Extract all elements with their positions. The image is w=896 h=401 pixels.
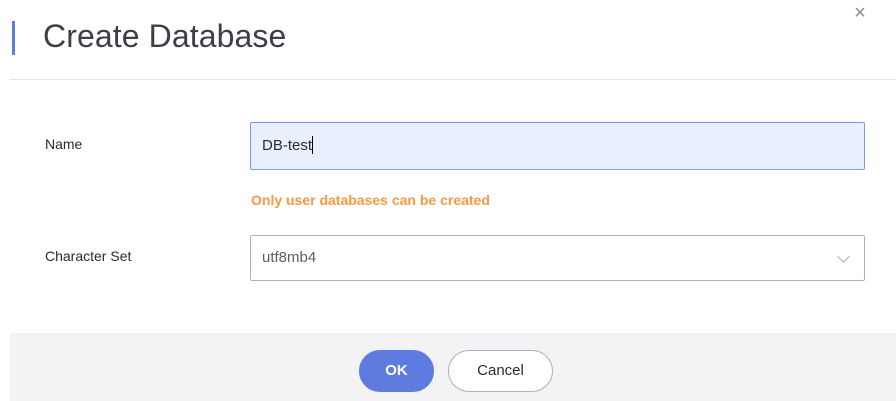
name-input[interactable]: DB-test <box>250 122 865 170</box>
name-input-value: DB-test <box>262 137 313 154</box>
close-icon[interactable]: × <box>849 3 871 25</box>
title-accent-bar <box>12 21 15 55</box>
cancel-button[interactable]: Cancel <box>448 350 553 392</box>
text-caret <box>312 136 314 155</box>
ok-button[interactable]: OK <box>359 350 434 392</box>
chevron-down-icon <box>837 250 850 263</box>
dialog-footer: OK Cancel <box>10 333 896 401</box>
charset-select[interactable]: utf8mb4 <box>250 235 865 281</box>
charset-label: Character Set <box>45 248 132 264</box>
charset-select-value: utf8mb4 <box>262 249 317 266</box>
name-label: Name <box>45 136 83 152</box>
hint-text: Only user databases can be created <box>251 192 490 208</box>
header-divider <box>10 79 896 80</box>
create-database-dialog: Create Database × Name DB-test Only user… <box>0 0 896 401</box>
dialog-title: Create Database <box>43 18 287 54</box>
